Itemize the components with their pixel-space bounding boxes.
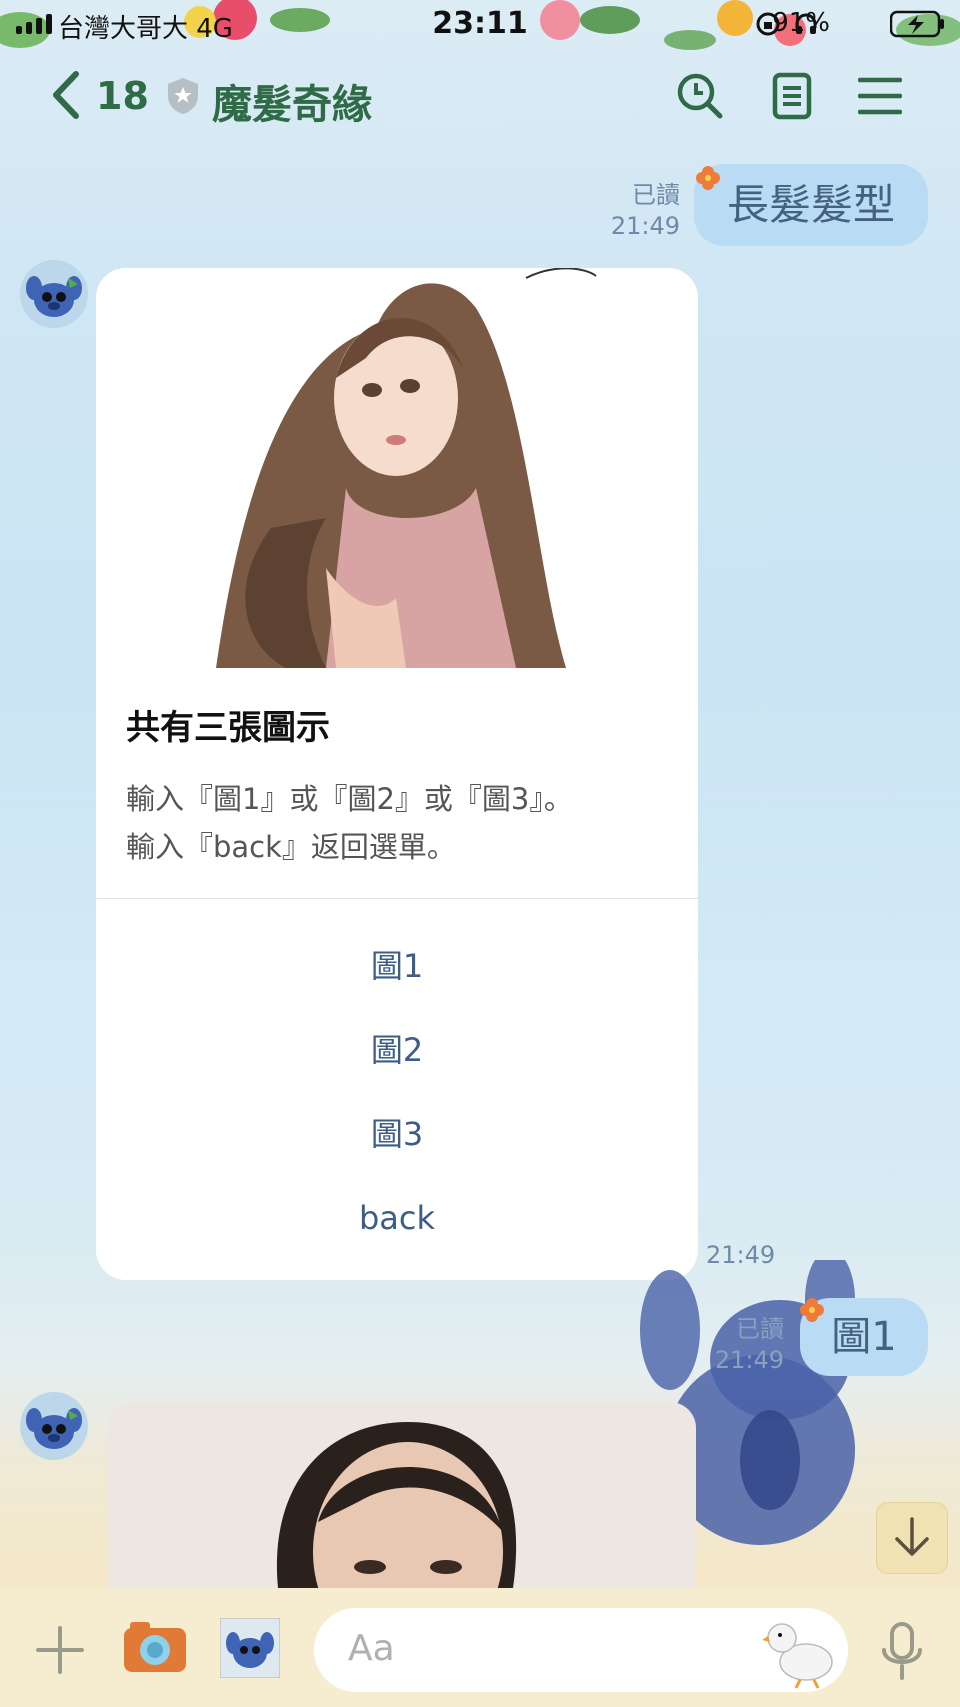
arrow-down-icon — [895, 1517, 929, 1556]
hairstyle-illustration — [96, 268, 698, 668]
bot-avatar-2[interactable] — [20, 1392, 88, 1460]
menu-icon[interactable] — [858, 76, 902, 116]
template-card: 共有三張圖示 輸入『圖1』或『圖2』或『圖3』。 輸入『back』返回選單。 圖… — [96, 268, 698, 1280]
back-unread-count[interactable]: 18 — [96, 74, 149, 118]
flower-sticker-icon-2 — [800, 1298, 824, 1322]
image-message[interactable] — [108, 1402, 696, 1588]
stitch-sticker-icon — [226, 1632, 274, 1668]
battery-percent: 91% — [772, 8, 830, 38]
bot-avatar[interactable] — [20, 260, 88, 328]
long-hair-girl-image — [216, 268, 597, 668]
battery-icon — [890, 10, 944, 38]
stitch-avatar-icon — [26, 276, 82, 317]
flower-sticker-icon — [696, 166, 720, 190]
card-line-1: 輸入『圖1』或『圖2』或『圖3』。 — [126, 782, 573, 816]
shield-icon — [168, 78, 198, 114]
notes-icon[interactable] — [772, 72, 812, 120]
back-chevron-icon[interactable] — [50, 70, 82, 120]
photo-preview — [276, 1422, 517, 1588]
duck-sticker-icon[interactable] — [760, 1612, 840, 1690]
outgoing-message-bubble[interactable]: 長髮髮型 — [694, 164, 928, 246]
stitch-avatar-icon — [26, 1408, 82, 1449]
search-icon[interactable] — [676, 72, 724, 120]
card-title: 共有三張圖示 — [126, 708, 330, 748]
option-image-2-button[interactable]: 圖2 — [96, 1008, 698, 1092]
chat-header: 18 魔髮奇緣 — [0, 48, 960, 148]
message-text: 長髮髮型 — [726, 180, 895, 229]
option-back-button[interactable]: back — [96, 1176, 698, 1260]
camera-icon[interactable] — [122, 1620, 188, 1676]
card-divider — [96, 898, 698, 899]
microphone-icon[interactable] — [880, 1622, 924, 1682]
message-input[interactable]: Aa — [314, 1608, 848, 1692]
message-input-placeholder: Aa — [348, 1628, 395, 1669]
status-bar: 台灣大哥大 4G 23:11 91% — [0, 0, 960, 48]
scroll-to-bottom-button[interactable] — [876, 1502, 948, 1574]
option-image-1-button[interactable]: 圖1 — [96, 924, 698, 1008]
read-receipt: 已讀 21:49 — [610, 181, 680, 240]
sticker-button[interactable] — [220, 1618, 280, 1678]
chat-title: 魔髮奇緣 — [212, 82, 372, 128]
option-image-3-button[interactable]: 圖3 — [96, 1092, 698, 1176]
plus-icon[interactable] — [34, 1624, 86, 1676]
card-line-2: 輸入『back』返回選單。 — [126, 830, 456, 864]
read-receipt-2: 已讀 21:49 — [714, 1315, 784, 1374]
